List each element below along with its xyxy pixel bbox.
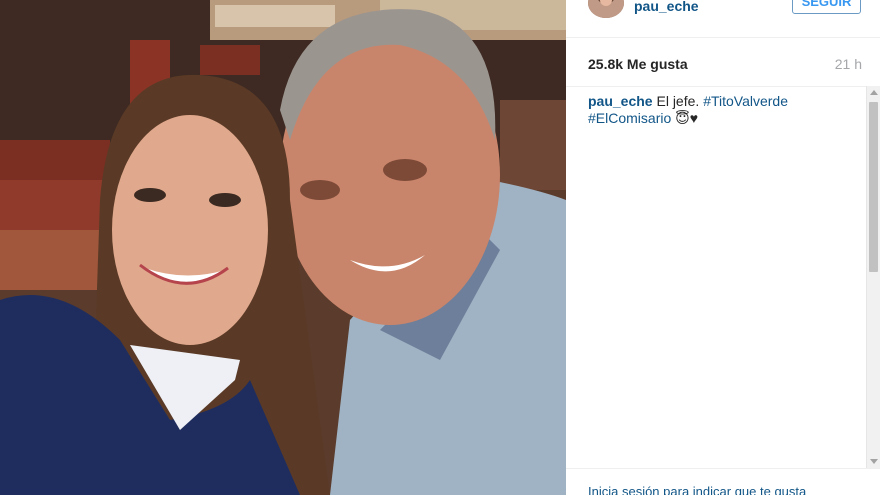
username-link[interactable]: pau_eche: [634, 0, 699, 14]
likes-count[interactable]: 25.8k Me gusta: [588, 56, 688, 72]
avatar-image: [588, 0, 624, 18]
caption: pau_eche El jefe. #TitoValverde #ElComisa…: [588, 93, 858, 127]
post-header: pau_eche SEGUIR: [566, 0, 880, 38]
caption-username-link[interactable]: pau_eche: [588, 93, 653, 109]
scrollbar[interactable]: [866, 86, 880, 468]
scroll-up-arrow-icon[interactable]: [870, 90, 878, 95]
post-stats: 25.8k Me gusta 21 h: [588, 56, 862, 74]
caption-text: El jefe.: [652, 93, 704, 109]
hashtag-link-titovalverde[interactable]: #TitoValverde: [703, 93, 788, 109]
selfie-image: [0, 0, 566, 495]
scroll-down-arrow-icon[interactable]: [870, 459, 878, 464]
caption-emoji: 😇♥: [671, 110, 699, 126]
avatar[interactable]: [588, 0, 624, 18]
hashtag-link-elcomisario[interactable]: #ElComisario: [588, 110, 671, 126]
post-footer: Inicia sesión para indicar que te gusta: [566, 468, 880, 495]
post-time[interactable]: 21 h: [835, 56, 862, 72]
follow-button[interactable]: SEGUIR: [792, 0, 861, 14]
post-photo[interactable]: [0, 0, 566, 495]
side-panel: pau_eche SEGUIR 25.8k Me gusta 21 h pau_…: [566, 0, 880, 495]
login-to-like-link[interactable]: Inicia sesión para indicar que te gusta: [588, 484, 806, 495]
scrollbar-thumb[interactable]: [869, 102, 878, 272]
comments-section: pau_eche El jefe. #TitoValverde #ElComisa…: [566, 86, 880, 468]
